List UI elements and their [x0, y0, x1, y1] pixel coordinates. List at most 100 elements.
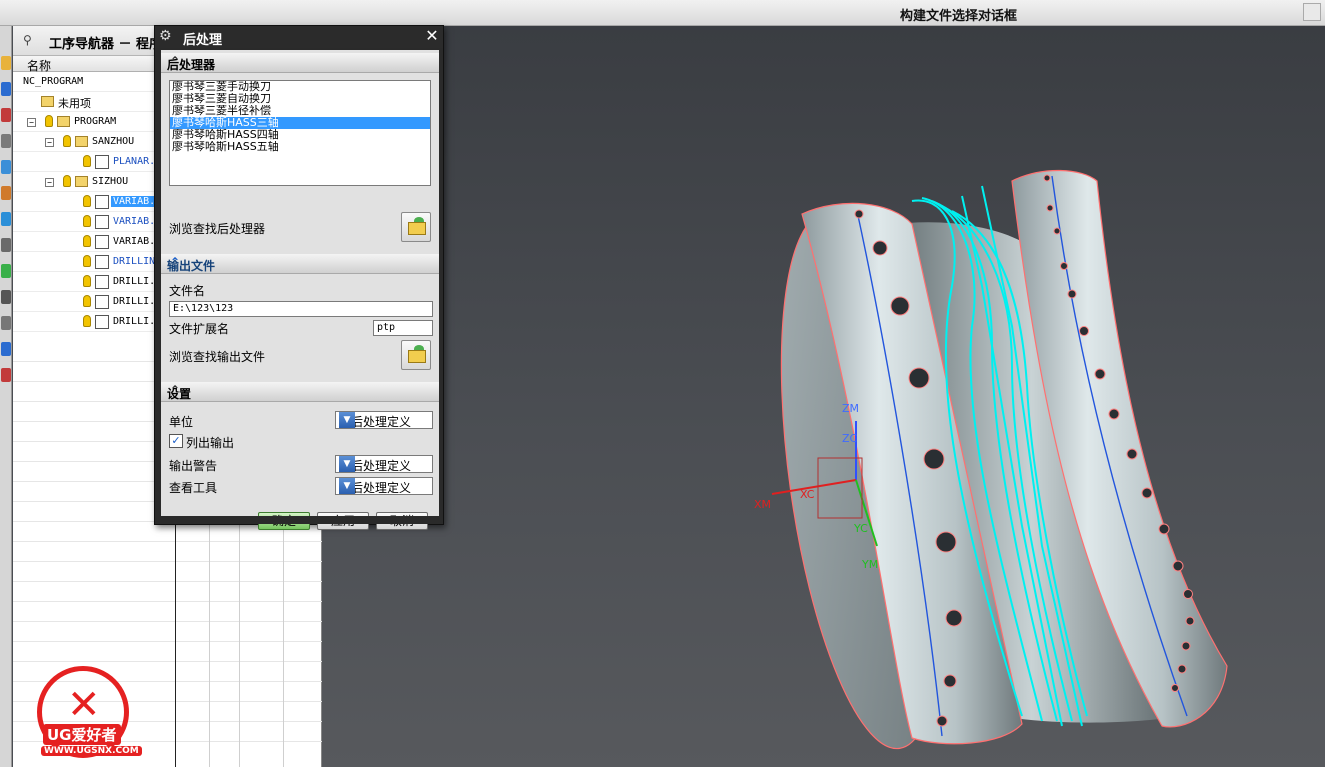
axis-label-zc: ZC	[842, 432, 858, 445]
tree-label: PLANAR.	[113, 156, 156, 167]
part-model: ZM ZC XM XC YC YM	[754, 169, 1228, 750]
window-control-button[interactable]	[1303, 3, 1321, 21]
bulb-icon	[83, 155, 91, 167]
pin-icon[interactable]: ⚲	[23, 33, 37, 47]
variable-contour-icon	[95, 235, 109, 249]
warnings-select[interactable]: 经后处理定义 ▼	[335, 455, 433, 473]
drilling-icon	[95, 315, 109, 329]
close-icon[interactable]: ✕	[424, 28, 440, 44]
postprocessor-list[interactable]: 廖书琴三菱手动换刀 廖书琴三菱自动换刀 廖书琴三菱半径补偿 廖书琴哈斯HASS三…	[169, 80, 431, 186]
graphics-viewport[interactable]: ZM ZC XM XC YC YM	[322, 26, 1325, 767]
planar-mill-icon	[95, 155, 109, 169]
tree-label: SANZHOU	[92, 136, 135, 147]
folder-icon	[75, 176, 88, 187]
toolbar-icon-12[interactable]	[1, 342, 11, 356]
logo-brand: UG爱好者	[43, 724, 121, 745]
axis-label-zm: ZM	[842, 402, 859, 415]
toolbar-icon-4[interactable]	[1, 134, 11, 148]
dialog-footer	[155, 516, 443, 524]
folder-icon	[41, 96, 54, 107]
units-select[interactable]: 经后处理定义 ▼	[335, 411, 433, 429]
toolbar-icon-10[interactable]	[1, 290, 11, 304]
logo-url: WWW.UGSNX.COM	[41, 746, 142, 756]
collapse-icon[interactable]: −	[27, 118, 36, 127]
postprocessor-item[interactable]: 廖书琴哈斯HASS四轴	[170, 129, 430, 141]
bulb-icon	[83, 295, 91, 307]
list-output-checkbox[interactable]: ✓	[169, 434, 183, 448]
toolbar-icon-9[interactable]	[1, 264, 11, 278]
bulb-icon	[83, 315, 91, 327]
warnings-label: 输出警告	[169, 459, 218, 473]
variable-contour-icon	[95, 195, 109, 209]
chevron-down-icon[interactable]: ▼	[339, 412, 355, 428]
extension-input[interactable]: ptp	[373, 320, 433, 336]
axis-label-yc: YC	[853, 522, 868, 535]
dialog-body: 后处理器 ⌃ 廖书琴三菱手动换刀 廖书琴三菱自动换刀 廖书琴三菱半径补偿 廖书琴…	[161, 50, 439, 530]
toolbar-icon-7[interactable]	[1, 212, 11, 226]
tree-label: PROGRAM	[74, 116, 117, 127]
bulb-icon	[45, 115, 53, 127]
postprocess-dialog: ⚙ 后处理 ✕ 后处理器 ⌃ 廖书琴三菱手动换刀 廖书琴三菱自动换刀 廖书琴三菱…	[154, 25, 444, 530]
bulb-icon	[83, 235, 91, 247]
toolbar-icon-11[interactable]	[1, 316, 11, 330]
toolbar-icon-3[interactable]	[1, 108, 11, 122]
filename-label: 文件名	[169, 284, 206, 298]
postprocessor-item[interactable]: 廖书琴三菱自动换刀	[170, 93, 430, 105]
window-title: 构建文件选择对话框	[900, 9, 1018, 24]
bulb-icon	[63, 135, 71, 147]
collapse-icon[interactable]: −	[45, 138, 54, 147]
dialog-title-bar[interactable]: ⚙ 后处理 ✕	[155, 26, 443, 48]
collapse-icon[interactable]: −	[45, 178, 54, 187]
browse-output-label: 浏览查找输出文件	[169, 350, 266, 364]
top-title-bar: 构建文件选择对话框	[0, 0, 1325, 26]
bulb-icon	[83, 255, 91, 267]
tree-label: DRILLI.	[113, 316, 156, 327]
tree-label: 未用项	[58, 97, 91, 110]
postprocessor-section-header[interactable]: 后处理器 ⌃	[161, 53, 439, 73]
postprocessor-item[interactable]: 廖书琴哈斯HASS五轴	[170, 141, 430, 153]
tree-label: VARIAB.	[113, 236, 156, 247]
tree-label: DRILLI.	[113, 276, 156, 287]
chevron-up-icon[interactable]: ⌃	[167, 255, 183, 271]
toolbar-icon-5[interactable]	[1, 160, 11, 174]
postprocessor-item-selected[interactable]: 廖书琴哈斯HASS三轴	[170, 117, 430, 129]
chevron-up-icon[interactable]: ⌃	[167, 54, 183, 70]
tree-label: NC_PROGRAM	[23, 76, 84, 87]
chevron-up-icon[interactable]: ⌃	[167, 383, 183, 399]
output-section-header[interactable]: 输出文件 ⌃	[161, 254, 439, 274]
toolbar-icon-6[interactable]	[1, 186, 11, 200]
axis-label-ym: YM	[861, 558, 878, 571]
bulb-icon	[83, 215, 91, 227]
variable-contour-icon	[95, 215, 109, 229]
tree-label: VARIAB.	[113, 216, 156, 227]
chevron-down-icon[interactable]: ▼	[339, 456, 355, 472]
postprocessor-item[interactable]: 廖书琴三菱半径补偿	[170, 105, 430, 117]
drilling-icon	[95, 275, 109, 289]
review-tool-label: 查看工具	[169, 481, 218, 495]
browse-post-button[interactable]	[401, 212, 431, 242]
folder-icon	[57, 116, 70, 127]
ug-fans-logo: ✕ UG爱好者 WWW.UGSNX.COM	[27, 666, 142, 766]
drilling-icon	[95, 295, 109, 309]
browse-post-label: 浏览查找后处理器	[169, 222, 266, 236]
tree-label: SIZHOU	[92, 176, 129, 187]
gear-icon[interactable]: ⚙	[159, 28, 172, 44]
settings-section-header[interactable]: 设置 ⌃	[161, 382, 439, 402]
open-folder-icon	[408, 222, 426, 235]
filename-input[interactable]: E:\123\123	[169, 301, 433, 317]
toolbar-icon-1[interactable]	[1, 56, 11, 70]
drilling-icon	[95, 255, 109, 269]
units-label: 单位	[169, 415, 194, 429]
toolbar-icon-13[interactable]	[1, 368, 11, 382]
axis-label-xm: XM	[754, 498, 771, 511]
toolbar-icon-2[interactable]	[1, 82, 11, 96]
chevron-down-icon[interactable]: ▼	[339, 478, 355, 494]
review-tool-select[interactable]: 经后处理定义 ▼	[335, 477, 433, 495]
extension-label: 文件扩展名	[169, 322, 230, 336]
tree-label: VARIAB.	[111, 196, 158, 207]
browse-output-button[interactable]	[401, 340, 431, 370]
list-output-label: 列出输出	[186, 436, 235, 450]
bulb-icon	[83, 195, 91, 207]
postprocessor-item[interactable]: 廖书琴三菱手动换刀	[170, 81, 430, 93]
toolbar-icon-8[interactable]	[1, 238, 11, 252]
